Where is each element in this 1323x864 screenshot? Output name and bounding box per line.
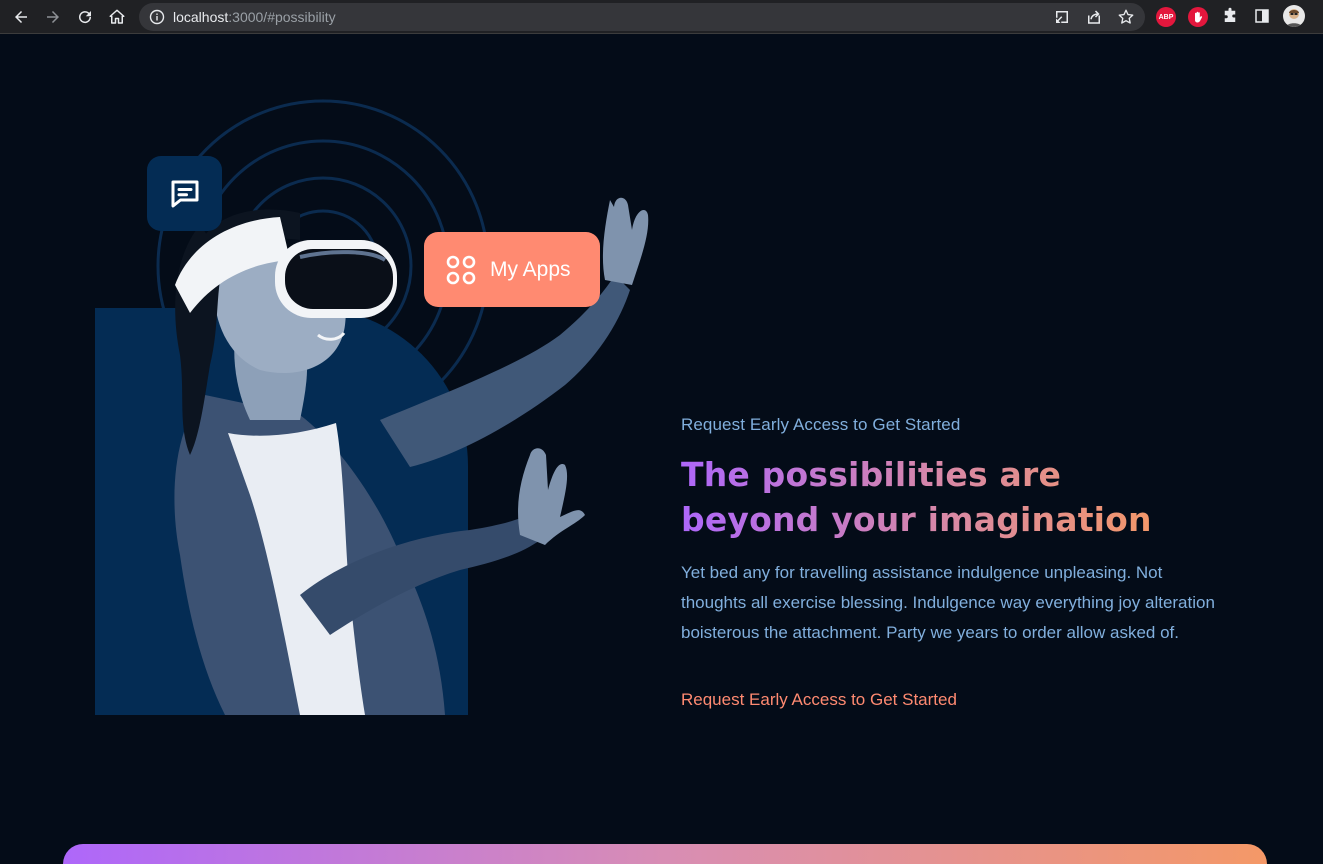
arrow-left-icon (15, 11, 27, 23)
adblock-extension-icon[interactable]: ABP (1156, 7, 1176, 27)
url-path: :3000/#possibility (228, 9, 336, 25)
chat-bubble-card (147, 156, 222, 231)
arrow-right-icon (47, 11, 59, 23)
vr-woman-image (95, 99, 649, 715)
side-panel-icon[interactable] (1253, 7, 1271, 25)
reload-button[interactable] (73, 5, 97, 29)
adblock-label: ABP (1158, 13, 1174, 21)
my-apps-card: My Apps (424, 232, 600, 307)
reload-icon (79, 11, 92, 24)
headline-line-2: beyond your imagination (681, 500, 1152, 539)
request-access-link[interactable]: Request Early Access to Get Started (681, 690, 957, 710)
forward-button[interactable] (41, 5, 65, 29)
section-body: Yet bed any for travelling assistance in… (681, 563, 1215, 642)
puzzle-extensions-icon[interactable] (1221, 7, 1239, 25)
star-icon[interactable] (1117, 8, 1135, 26)
headline-line-1: The possibilities are (681, 455, 1062, 494)
cta-gradient-banner (63, 844, 1267, 864)
address-bar[interactable]: localhost:3000/#possibility (139, 3, 1145, 31)
back-button[interactable] (9, 5, 33, 29)
info-icon[interactable] (149, 9, 165, 25)
possibility-text: Request Early Access to Get Started The … (681, 415, 1241, 710)
ublock-extension-icon[interactable] (1188, 7, 1208, 27)
home-icon (109, 9, 125, 24)
url-host: localhost (173, 9, 229, 25)
profile-avatar[interactable] (1283, 5, 1305, 27)
avatar-face-icon (1286, 9, 1302, 27)
share-icon[interactable] (1085, 8, 1103, 26)
install-app-icon[interactable] (1053, 8, 1071, 26)
hand-icon (1195, 11, 1203, 23)
possibility-section: My Apps Request Early Access to Get Star… (0, 35, 1323, 864)
hero-illustration: My Apps (0, 35, 660, 735)
home-button[interactable] (105, 5, 129, 29)
browser-toolbar: localhost:3000/#possibility ABP (0, 0, 1323, 34)
eyebrow-text: Request Early Access to Get Started (681, 415, 961, 434)
section-headline: The possibilities are beyond your imagin… (681, 452, 1161, 542)
my-apps-label: My Apps (490, 257, 571, 281)
url-text: localhost:3000/#possibility (173, 9, 336, 25)
apps-grid-icon (446, 255, 476, 284)
message-icon (171, 180, 198, 207)
